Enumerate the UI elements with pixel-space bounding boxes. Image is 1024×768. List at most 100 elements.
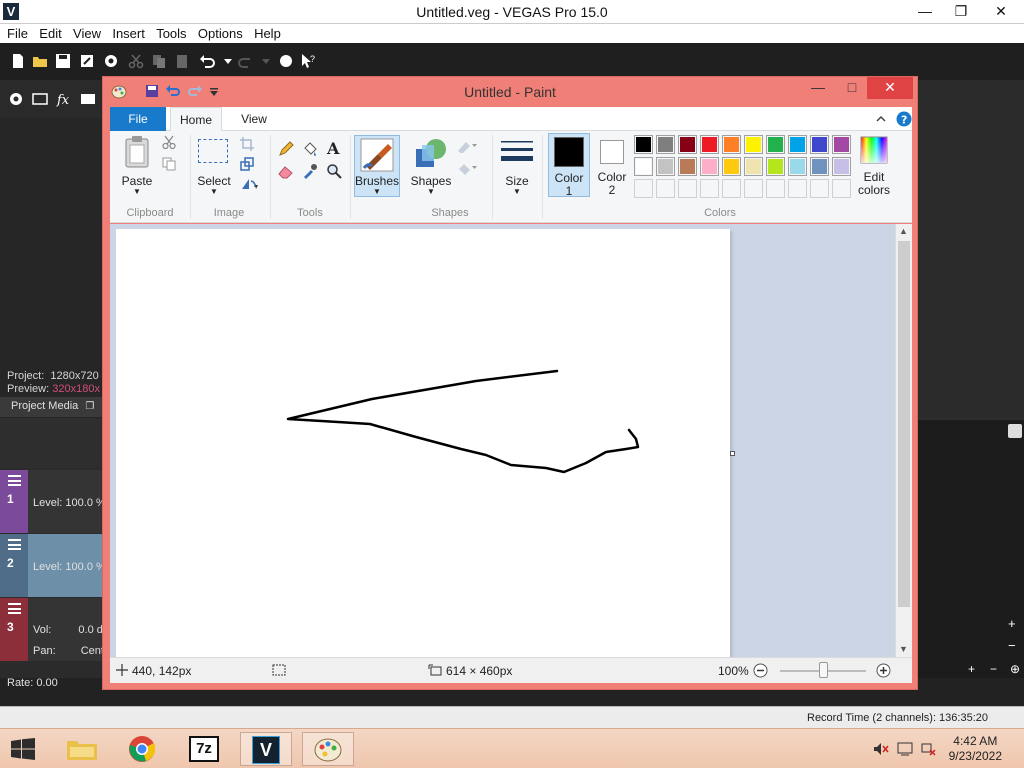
minimize-ribbon-icon[interactable]	[876, 114, 886, 124]
magnifier-icon[interactable]	[326, 163, 342, 179]
track-3-vol[interactable]: Vol: 0.0 d	[33, 624, 103, 636]
color2-button[interactable]: Color 2	[592, 133, 634, 197]
menu-tools[interactable]: Tools	[149, 24, 186, 41]
menu-options[interactable]: Options	[191, 24, 243, 41]
size-lines-icon[interactable]	[500, 139, 534, 167]
redo-dropdown-icon[interactable]	[258, 53, 274, 69]
copy-icon[interactable]	[151, 53, 167, 69]
select-dropdown-icon[interactable]: ▼	[194, 187, 234, 196]
copy-icon[interactable]	[162, 157, 176, 171]
pin-icon[interactable]	[1008, 424, 1022, 438]
new-file-icon[interactable]	[10, 53, 26, 69]
open-folder-icon[interactable]	[32, 53, 48, 69]
palette-swatch[interactable]	[810, 157, 829, 176]
track-3-pan[interactable]: Pan: Cent	[33, 645, 104, 657]
fill-bucket-icon[interactable]	[302, 141, 318, 157]
palette-swatch[interactable]	[722, 157, 741, 176]
custom-color-slot[interactable]	[722, 179, 741, 198]
palette-swatch[interactable]	[766, 157, 785, 176]
zoom-out-icon[interactable]	[753, 663, 768, 678]
cut-icon[interactable]	[162, 135, 176, 149]
palette-swatch[interactable]	[766, 135, 785, 154]
track-1-header[interactable]: 1	[0, 470, 28, 533]
size-dropdown-icon[interactable]: ▼	[496, 187, 538, 196]
track-3[interactable]: 3 Vol: 0.0 d Pan: Cent	[0, 598, 104, 661]
palette-swatch[interactable]	[744, 135, 763, 154]
select-tool-icon[interactable]	[278, 53, 294, 69]
select-icon[interactable]	[198, 139, 228, 163]
help-icon[interactable]: ?	[896, 111, 912, 127]
size-button[interactable]: Size	[496, 174, 538, 188]
track-2-level[interactable]: Level: 100.0 %	[33, 561, 106, 573]
menu-insert[interactable]: Insert	[105, 24, 145, 41]
help-cursor-icon[interactable]: ?	[300, 53, 316, 69]
project-media-tab[interactable]: Project Media ❐	[0, 397, 104, 417]
crop-icon[interactable]	[240, 137, 254, 151]
pencil-icon[interactable]	[278, 141, 294, 157]
palette-swatch[interactable]	[700, 135, 719, 154]
palette-swatch[interactable]	[810, 135, 829, 154]
render-icon[interactable]	[79, 53, 95, 69]
color1-button[interactable]: Color 1	[548, 133, 590, 198]
custom-color-slot[interactable]	[634, 179, 653, 198]
paste-clipboard-icon[interactable]	[124, 135, 152, 169]
zoom-reset-icon[interactable]: ⊕	[1010, 662, 1020, 676]
shapes-dropdown-icon[interactable]: ▼	[410, 187, 452, 196]
vertical-scrollbar[interactable]: ▲ ▼	[895, 224, 912, 657]
scroll-down-icon[interactable]: ▼	[899, 644, 908, 654]
tab-home[interactable]: Home	[170, 107, 222, 132]
settings-gear-icon[interactable]	[8, 91, 24, 107]
menu-file[interactable]: File	[0, 24, 28, 41]
taskbar-7zip[interactable]: 7z	[178, 732, 230, 766]
zoom-in-icon[interactable]: +	[968, 662, 975, 676]
taskbar-vegas[interactable]: V	[240, 732, 292, 766]
palette-swatch[interactable]	[634, 157, 653, 176]
zoom-slider-thumb[interactable]	[819, 662, 828, 678]
properties-gear-icon[interactable]	[103, 53, 119, 69]
vegas-close-button[interactable]: ✕	[982, 0, 1020, 22]
palette-swatch[interactable]	[700, 157, 719, 176]
taskbar-chrome[interactable]	[116, 732, 168, 766]
track-2-header[interactable]: 2	[0, 534, 28, 597]
custom-color-slot[interactable]	[744, 179, 763, 198]
scroll-up-icon[interactable]: ▲	[899, 226, 908, 236]
menu-edit[interactable]: Edit	[32, 24, 61, 41]
track-menu-icon[interactable]	[8, 475, 21, 486]
custom-color-slot[interactable]	[656, 179, 675, 198]
track-menu-icon[interactable]	[8, 539, 21, 550]
drawing-canvas[interactable]	[116, 229, 730, 657]
custom-color-slot[interactable]	[810, 179, 829, 198]
palette-swatch[interactable]	[832, 157, 851, 176]
system-clock[interactable]: 4:42 AM 9/23/2022	[949, 734, 1002, 764]
palette-swatch[interactable]	[722, 135, 741, 154]
text-tool-icon[interactable]: A	[326, 139, 342, 157]
fx-icon[interactable]: fx	[56, 91, 72, 107]
network-icon[interactable]	[921, 742, 937, 756]
track-1[interactable]: 1 Level: 100.0 %	[0, 470, 106, 533]
track-menu-icon[interactable]	[8, 603, 21, 614]
color-picker-icon[interactable]	[302, 163, 318, 179]
tab-file[interactable]: File	[110, 107, 166, 131]
timeline-zoom-plus-icon[interactable]: +	[1008, 616, 1016, 631]
shapes-gallery-icon[interactable]	[414, 137, 448, 171]
canvas-resize-handle[interactable]	[730, 451, 735, 456]
cut-icon[interactable]	[128, 53, 144, 69]
timeline-zoom-minus-icon[interactable]: −	[1008, 638, 1016, 653]
palette-swatch[interactable]	[744, 157, 763, 176]
vegas-restore-button[interactable]: ❐	[942, 0, 980, 22]
paste-dropdown-icon[interactable]: ▼	[120, 187, 154, 196]
outline-icon[interactable]	[456, 139, 478, 153]
menu-view[interactable]: View	[66, 24, 101, 41]
brushes-button[interactable]: Brushes ▼	[354, 135, 400, 197]
paint-titlebar[interactable]: Untitled - Paint — □ ✕	[103, 77, 917, 107]
track-2[interactable]: 2 Level: 100.0 %	[0, 534, 106, 597]
transitions-icon[interactable]	[80, 91, 96, 107]
custom-color-slot[interactable]	[766, 179, 785, 198]
edit-colors-button[interactable]: Edit colors	[854, 133, 898, 197]
vegas-minimize-button[interactable]: —	[906, 0, 944, 22]
media-icon[interactable]	[32, 91, 48, 107]
palette-swatch[interactable]	[656, 157, 675, 176]
fill-icon[interactable]	[456, 161, 478, 175]
paint-maximize-button[interactable]: □	[839, 77, 865, 99]
custom-color-slot[interactable]	[700, 179, 719, 198]
